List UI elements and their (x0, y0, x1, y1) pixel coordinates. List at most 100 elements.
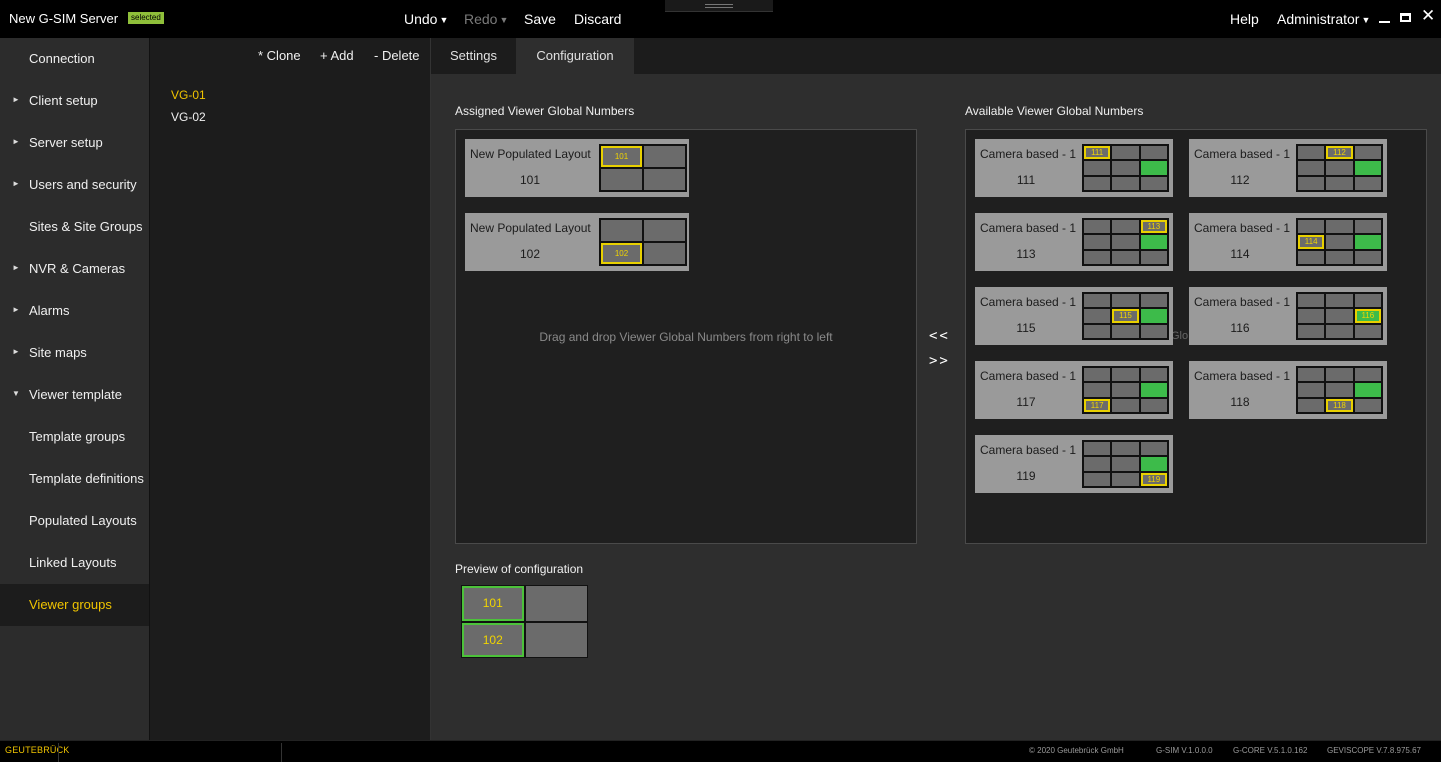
close-button[interactable]: ✕ (1421, 6, 1437, 27)
viewer-cell-marker: 116 (1354, 309, 1381, 323)
available-layout-card[interactable]: Camera based - 1 119 119 (975, 435, 1173, 493)
layout-name: Camera based - 1 (980, 369, 1077, 383)
viewer-cell (1084, 383, 1111, 397)
minimize-button[interactable] (1376, 9, 1392, 27)
save-button[interactable]: Save (524, 11, 556, 27)
available-layout-card[interactable]: Camera based - 1 112 112 (1189, 139, 1387, 197)
available-layout-card[interactable]: Camera based - 1 118 118 (1189, 361, 1387, 419)
layout-number: 114 (1230, 247, 1250, 261)
delete-button[interactable]: - Delete (374, 48, 420, 63)
available-layout-card[interactable]: Camera based - 1 116 116 (1189, 287, 1387, 345)
clone-button[interactable]: * Clone (258, 48, 301, 63)
viewer-cell (1326, 368, 1353, 382)
sidebar-item-site-maps[interactable]: ► Site maps (0, 332, 149, 374)
layout-name: New Populated Layout (470, 147, 591, 161)
chevron-down-icon: ▼ (439, 15, 449, 25)
viewer-cell (1112, 294, 1139, 308)
sidebar-item-sites-site-groups[interactable]: Sites & Site Groups (0, 206, 149, 248)
drag-handle[interactable] (665, 0, 773, 12)
tab-configuration[interactable]: Configuration (516, 38, 634, 74)
viewer-cell (1140, 398, 1167, 412)
move-left-button[interactable]: << (929, 328, 950, 344)
sidebar-item-connection[interactable]: Connection (0, 38, 149, 80)
sidebar-item-alarms[interactable]: ► Alarms (0, 290, 149, 332)
move-right-button[interactable]: >> (929, 353, 950, 369)
assigned-layout-card[interactable]: New Populated Layout 101 101 (465, 139, 689, 197)
sidebar-item-linked-layouts[interactable]: Linked Layouts (0, 542, 149, 584)
viewer-cell (1112, 176, 1139, 190)
tab-settings[interactable]: Settings (431, 38, 516, 74)
available-layout-card[interactable]: Camera based - 1 111 111 (975, 139, 1173, 197)
sidebar-item-label: NVR & Cameras (29, 261, 126, 276)
sidebar-item-label: Populated Layouts (29, 513, 137, 528)
available-layout-card[interactable]: Camera based - 1 115 115 (975, 287, 1173, 345)
sidebar-item-server-setup[interactable]: ► Server setup (0, 122, 149, 164)
viewer-cell-active (1354, 161, 1381, 175)
list-item-vg-01[interactable]: VG-01 (171, 88, 206, 102)
sidebar-item-client-setup[interactable]: ► Client setup (0, 80, 149, 122)
viewer-cell (1084, 220, 1111, 234)
layout-grid: 101 (599, 144, 687, 192)
divider (281, 743, 282, 762)
sidebar-item-viewer-template[interactable]: ▼ Viewer template (0, 374, 149, 416)
sidebar-item-label: Site maps (29, 345, 87, 360)
viewer-cell (1112, 220, 1139, 234)
layout-grid: 102 (599, 218, 687, 266)
status-bar: GEUTEBRÜCK © 2020 Geutebrück GmbH G-SIM … (0, 740, 1441, 762)
layout-grid: 114 (1296, 218, 1383, 266)
layout-name: Camera based - 1 (1194, 295, 1291, 309)
tab-bar: Settings Configuration (431, 38, 1441, 74)
viewer-cell (1298, 368, 1325, 382)
viewer-cell (1298, 146, 1325, 160)
discard-button[interactable]: Discard (574, 11, 621, 27)
viewer-cell (1326, 309, 1353, 323)
viewer-cell (1354, 250, 1381, 264)
viewer-cell-marker: 115 (1112, 309, 1139, 323)
help-button[interactable]: Help (1230, 11, 1259, 27)
add-button[interactable]: + Add (320, 48, 354, 63)
sidebar-item-label: Sites & Site Groups (29, 219, 143, 234)
viewer-cell (1084, 176, 1111, 190)
drag-ghost-text: Glo (1171, 330, 1189, 342)
viewer-cell (1112, 235, 1139, 249)
viewer-cell (1112, 457, 1139, 471)
maximize-button[interactable] (1398, 9, 1414, 27)
viewer-cell (1298, 161, 1325, 175)
available-panel[interactable]: Glo Camera based - 1 111 111 Camera based -… (965, 129, 1427, 544)
sidebar-item-label: Alarms (29, 303, 70, 318)
viewer-cell (1084, 161, 1111, 175)
list-item-vg-02[interactable]: VG-02 (171, 110, 206, 124)
status-badge: selected (128, 12, 164, 24)
sidebar-item-label: Viewer template (29, 387, 122, 402)
sidebar-item-nvr-cameras[interactable]: ► NVR & Cameras (0, 248, 149, 290)
undo-button[interactable]: Undo ▼ (404, 11, 448, 27)
sidebar-item-users-and-security[interactable]: ► Users and security (0, 164, 149, 206)
viewer-cell (1354, 324, 1381, 338)
layout-name: Camera based - 1 (980, 147, 1077, 161)
viewer-cell (1354, 294, 1381, 308)
layout-number: 116 (1230, 321, 1250, 335)
app-title: New G-SIM Server (9, 11, 119, 26)
viewer-cell (1298, 383, 1325, 397)
layout-number: 112 (1230, 173, 1250, 187)
viewer-cell (1354, 176, 1381, 190)
viewer-cell (1140, 368, 1167, 382)
viewer-cell-marker: 111 (1084, 146, 1111, 160)
available-layout-card[interactable]: Camera based - 1 113 113 (975, 213, 1173, 271)
redo-button[interactable]: Redo ▼ (464, 11, 508, 27)
sidebar-item-label: Linked Layouts (29, 555, 117, 570)
viewer-cell-active (1140, 235, 1167, 249)
user-menu[interactable]: Administrator ▼ (1277, 11, 1370, 27)
viewer-cell (1112, 324, 1139, 338)
sidebar-item-viewer-groups[interactable]: Viewer groups (0, 584, 149, 626)
sidebar-item-populated-layouts[interactable]: Populated Layouts (0, 500, 149, 542)
sidebar-item-template-groups[interactable]: Template groups (0, 416, 149, 458)
layout-number: 111 (1016, 173, 1036, 187)
available-layout-card[interactable]: Camera based - 1 114 114 (1189, 213, 1387, 271)
layout-grid: 112 (1296, 144, 1383, 192)
assigned-layout-card[interactable]: New Populated Layout 102 102 (465, 213, 689, 271)
sidebar-item-template-definitions[interactable]: Template definitions (0, 458, 149, 500)
viewer-cell (1326, 161, 1353, 175)
available-layout-card[interactable]: Camera based - 1 117 117 (975, 361, 1173, 419)
assigned-panel[interactable]: New Populated Layout 101 101 New Populat… (455, 129, 917, 544)
